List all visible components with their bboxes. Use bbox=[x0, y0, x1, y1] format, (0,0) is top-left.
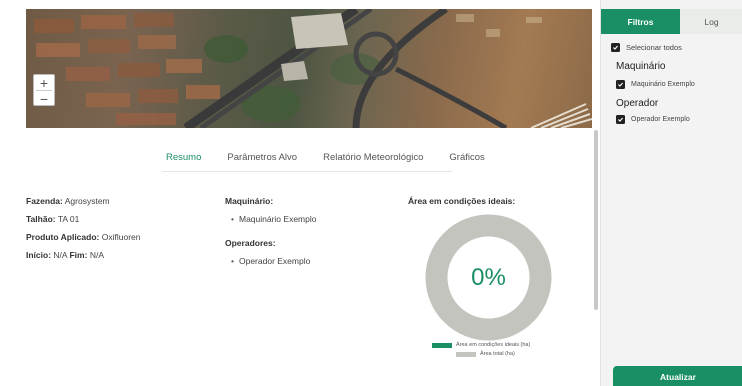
legend-total-label: Área total (ha) bbox=[480, 351, 515, 357]
farm-row: Fazenda: Agrosystem bbox=[26, 196, 140, 206]
legend-ideal: Área em condições ideais (ha) bbox=[432, 342, 530, 348]
area-chart-title: Área em condições ideais: bbox=[408, 196, 516, 206]
product-row: Produto Aplicado: Oxifluoren bbox=[26, 232, 140, 242]
sidebar-tabs: Filtros Log bbox=[601, 9, 742, 34]
checkbox-maquinario-exemplo[interactable]: Maquinário Exemplo bbox=[616, 80, 695, 89]
maquinario-item-label: Maquinário Exemplo bbox=[631, 81, 695, 88]
map-imagery bbox=[34, 9, 592, 128]
machinery-list: Maquinário Exemplo bbox=[231, 214, 316, 224]
checkbox-checked-icon bbox=[616, 80, 625, 89]
tab-resumo[interactable]: Resumo bbox=[162, 152, 206, 172]
tab-log[interactable]: Log bbox=[680, 9, 742, 34]
area-percent: 0% bbox=[471, 263, 506, 291]
start-value: N/A bbox=[53, 250, 68, 260]
machinery-title: Maquinário: bbox=[225, 196, 274, 206]
end-value: N/A bbox=[89, 250, 104, 260]
filters-sidebar: Filtros Log Selecionar todos Maquinário … bbox=[600, 0, 742, 386]
summary-column: Fazenda: Agrosystem Talhão: TA 01 Produt… bbox=[26, 196, 140, 268]
group-title-operador: Operador bbox=[616, 98, 659, 109]
product-value: Oxifluoren bbox=[101, 232, 141, 242]
vertical-scrollbar[interactable] bbox=[594, 130, 598, 310]
tabs-divider bbox=[162, 171, 452, 172]
tab-parametros-alvo[interactable]: Parâmetros Alvo bbox=[223, 152, 301, 172]
plot-label: Talhão: bbox=[26, 214, 56, 224]
tab-graficos[interactable]: Gráficos bbox=[445, 152, 488, 172]
group-title-maquinario: Maquinário bbox=[616, 61, 666, 72]
legend-ideal-label: Área em condições ideais (ha) bbox=[456, 342, 531, 348]
map-zoom-control: + − bbox=[33, 74, 55, 106]
operador-item-label: Operador Exemplo bbox=[631, 116, 690, 123]
resources-column: Maquinário: Maquinário Exemplo Operadore… bbox=[225, 196, 316, 280]
area-chart-legend: Área em condições ideais (ha) Área total… bbox=[432, 342, 530, 360]
checkbox-checked-icon bbox=[616, 115, 625, 124]
checkbox-operador-exemplo[interactable]: Operador Exemplo bbox=[616, 115, 690, 124]
zoom-out-button[interactable]: − bbox=[34, 91, 54, 106]
report-tabs: Resumo Parâmetros Alvo Relatório Meteoro… bbox=[162, 152, 489, 172]
product-label: Produto Aplicado: bbox=[26, 232, 100, 242]
operator-item: Operador Exemplo bbox=[231, 256, 316, 266]
legend-swatch-ideal bbox=[432, 342, 452, 348]
start-label: Início: bbox=[26, 250, 52, 260]
legend-total: Área total (ha) bbox=[432, 351, 530, 357]
tab-relatorio-meteorologico[interactable]: Relatório Meteorológico bbox=[319, 152, 427, 172]
farm-label: Fazenda: bbox=[26, 196, 63, 206]
plot-row: Talhão: TA 01 bbox=[26, 214, 140, 224]
legend-swatch-total bbox=[456, 351, 476, 357]
select-all-checkbox[interactable]: Selecionar todos bbox=[611, 43, 682, 52]
plot-value: TA 01 bbox=[57, 214, 80, 224]
end-label: Fim: bbox=[69, 250, 88, 260]
main-panel: + − Resumo Parâmetros Alvo Relatório Met… bbox=[0, 0, 598, 386]
operators-list: Operador Exemplo bbox=[231, 256, 316, 266]
checkbox-checked-icon bbox=[611, 43, 620, 52]
farm-value: Agrosystem bbox=[64, 196, 110, 206]
operators-title: Operadores: bbox=[225, 238, 276, 248]
select-all-label: Selecionar todos bbox=[626, 43, 682, 52]
machinery-item: Maquinário Exemplo bbox=[231, 214, 316, 224]
update-button[interactable]: Atualizar bbox=[613, 366, 742, 386]
tab-filtros[interactable]: Filtros bbox=[601, 9, 680, 34]
period-row: Início: N/A Fim: N/A bbox=[26, 250, 140, 260]
zoom-in-button[interactable]: + bbox=[34, 75, 54, 90]
satellite-map[interactable]: + − bbox=[26, 9, 592, 128]
